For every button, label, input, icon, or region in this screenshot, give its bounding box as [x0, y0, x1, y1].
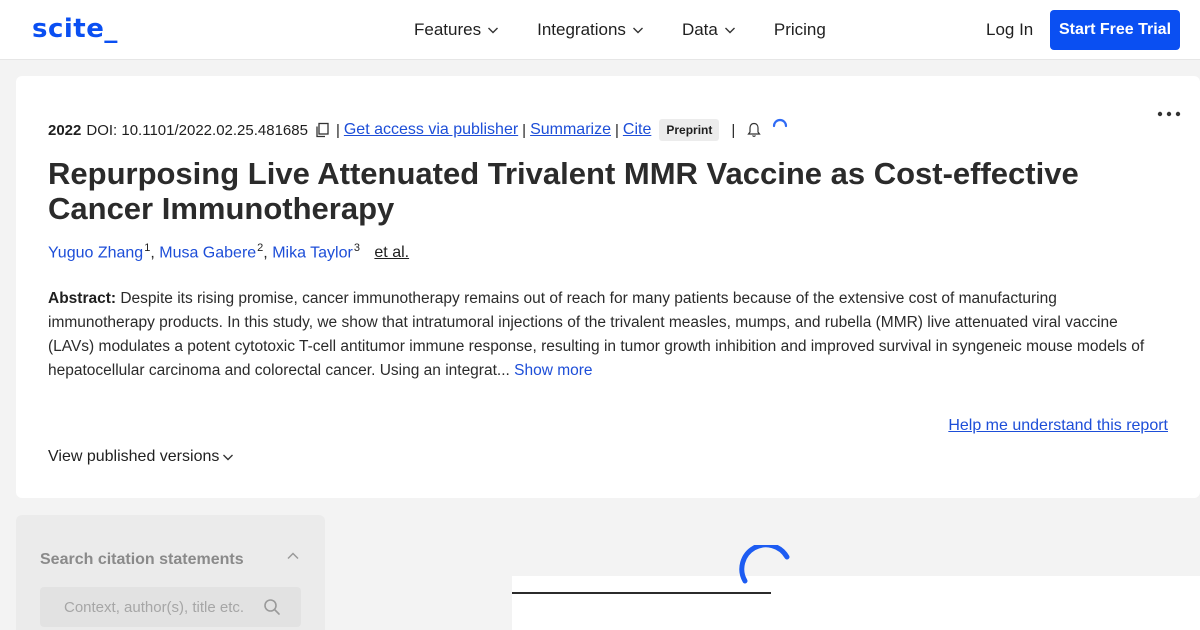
author-link[interactable]: Musa Gabere [159, 244, 256, 261]
search-panel-title: Search citation statements [40, 551, 244, 568]
et-al-link[interactable]: et al. [374, 244, 409, 261]
nav-features-label: Features [414, 20, 482, 39]
paper-meta-row: 2022 DOI: 10.1101/2022.02.25.481685 | Ge… [48, 118, 789, 141]
main-nav: Features Integrations Data Pricing [414, 20, 864, 40]
paper-title: Repurposing Live Attenuated Trivalent MM… [48, 156, 1079, 226]
bell-icon[interactable] [747, 122, 761, 138]
nav-pricing-label: Pricing [773, 20, 826, 39]
chevron-up-icon[interactable] [286, 549, 300, 563]
nav-data-label: Data [681, 20, 718, 39]
publication-year: 2022 [48, 121, 82, 139]
paper-card: 2022 DOI: 10.1101/2022.02.25.481685 | Ge… [16, 76, 1200, 498]
cite-link[interactable]: Cite [623, 121, 651, 139]
abstract-text: Despite its rising promise, cancer immun… [48, 290, 1145, 379]
chevron-down-icon [724, 27, 735, 34]
nav-pricing[interactable]: Pricing [774, 20, 826, 40]
abstract-label: Abstract: [48, 290, 117, 307]
show-more-link[interactable]: Show more [514, 362, 592, 379]
separator: | [522, 121, 527, 139]
nav-features[interactable]: Features [414, 20, 499, 40]
loading-content-area [512, 576, 1200, 630]
author-separator: , [150, 244, 155, 262]
more-options-icon[interactable] [1156, 110, 1182, 118]
view-versions-label: View published versions [48, 448, 220, 465]
citation-search-input[interactable] [40, 587, 301, 627]
chevron-down-icon [632, 27, 643, 34]
author-link[interactable]: Mika Taylor [272, 244, 353, 261]
summarize-link[interactable]: Summarize [530, 121, 611, 139]
separator: | [731, 121, 736, 139]
author-list: Yuguo Zhang1, Musa Gabere2, Mika Taylor3… [48, 242, 409, 262]
nav-integrations[interactable]: Integrations [537, 20, 644, 40]
scite-logo[interactable]: scite_ [32, 14, 118, 44]
login-link[interactable]: Log In [986, 20, 1033, 40]
preprint-badge: Preprint [659, 119, 720, 141]
search-icon[interactable] [263, 598, 281, 616]
nav-integrations-label: Integrations [537, 20, 626, 39]
citation-search-panel: Search citation statements [16, 515, 325, 630]
view-versions-toggle[interactable]: View published versions [48, 448, 234, 466]
author-affiliation: 3 [353, 242, 360, 254]
nav-data[interactable]: Data [682, 20, 736, 40]
copy-icon[interactable] [314, 122, 330, 138]
chevron-down-icon [488, 27, 499, 34]
start-free-trial-button[interactable]: Start Free Trial [1050, 10, 1180, 50]
doi-text: DOI: 10.1101/2022.02.25.481685 [86, 121, 308, 139]
abstract: Abstract: Despite its rising promise, ca… [48, 287, 1158, 383]
site-header: scite_ Features Integrations Data Pricin… [0, 0, 1200, 60]
help-understand-link[interactable]: Help me understand this report [948, 417, 1168, 435]
author-separator: , [263, 244, 268, 262]
get-access-link[interactable]: Get access via publisher [344, 121, 518, 139]
loading-progress-bar [512, 592, 771, 594]
separator: | [614, 121, 619, 139]
separator: | [335, 121, 340, 139]
spinner-icon [773, 118, 788, 128]
citation-search-box [40, 587, 301, 627]
author-link[interactable]: Yuguo Zhang [48, 244, 143, 261]
spinner-icon [739, 545, 790, 584]
chevron-down-icon [223, 454, 234, 461]
